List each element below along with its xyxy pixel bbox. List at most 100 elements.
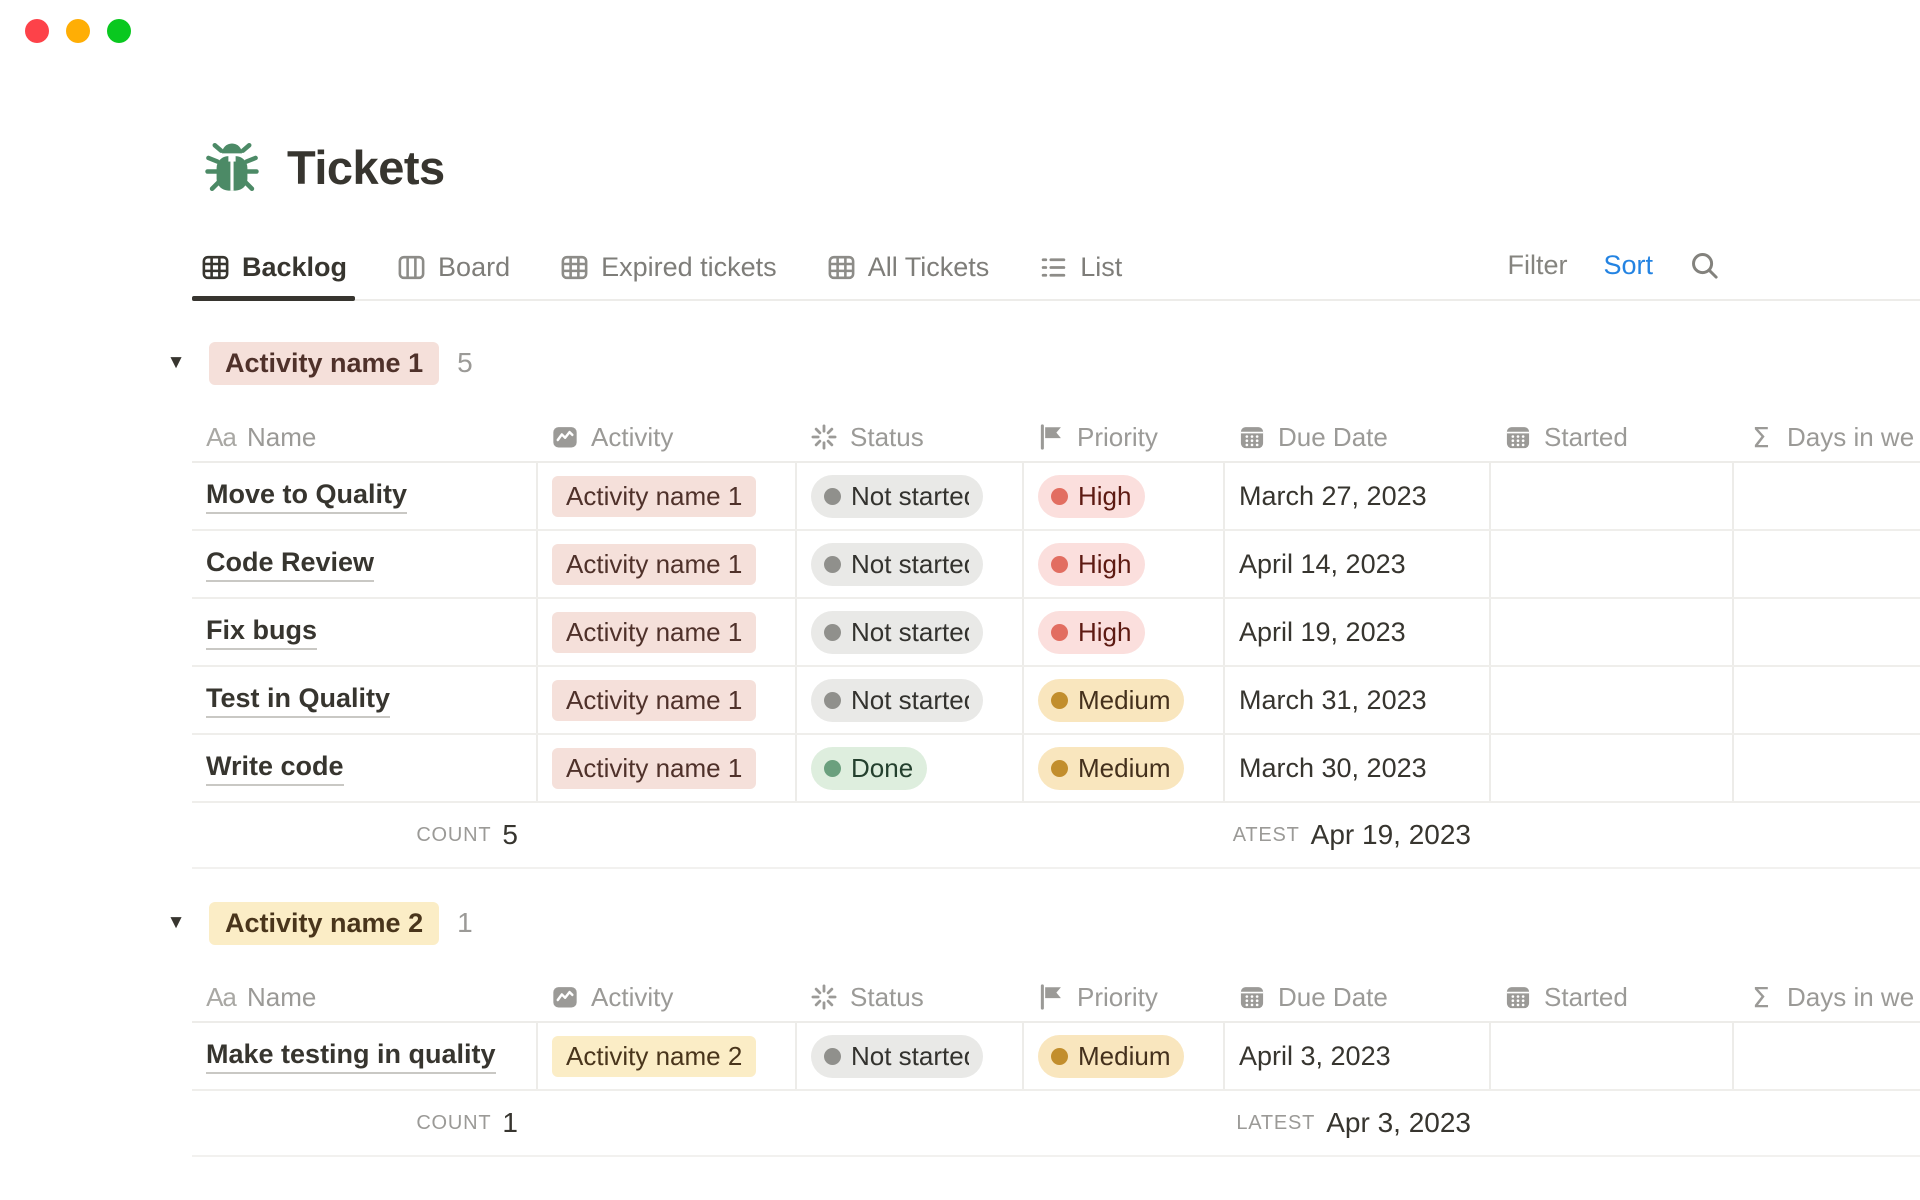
flag-icon [1036,423,1066,451]
column-header[interactable]: Due Date [1223,973,1489,1021]
due-date-cell[interactable]: April 14, 2023 [1239,549,1406,580]
column-header[interactable]: Started [1489,973,1732,1021]
started-cell[interactable] [1489,463,1732,529]
status-badge[interactable]: Not started [811,611,983,654]
column-header[interactable]: Σ Days in we [1732,413,1920,461]
activity-chip[interactable]: Activity name 2 [552,1036,756,1077]
ticket-name-link[interactable]: Write code [206,751,344,786]
status-badge[interactable]: Not started [811,1035,983,1078]
ticket-name-link[interactable]: Move to Quality [206,479,407,514]
activity-chip[interactable]: Activity name 1 [552,680,756,721]
due-date-cell[interactable]: March 30, 2023 [1239,753,1427,784]
latest-date-calculation[interactable]: LATEST Apr 3, 2023 [1223,1091,1489,1155]
due-date-cell[interactable]: March 31, 2023 [1239,685,1427,716]
priority-badge[interactable]: Medium [1038,747,1184,790]
priority-badge[interactable]: High [1038,543,1145,586]
tickets-table: Aa Name Activity Status Priority [192,413,1920,869]
close-button[interactable] [25,19,49,43]
group-badge[interactable]: Activity name 2 [209,902,439,945]
column-header[interactable]: Status [795,973,1022,1021]
started-cell[interactable] [1489,667,1732,733]
table-header-row: Aa Name Activity Status Priority [192,973,1920,1023]
days-in-week-cell[interactable] [1732,531,1920,597]
ticket-name-link[interactable]: Fix bugs [206,615,317,650]
table-row: Move to Quality Activity name 1 Not star… [192,463,1920,531]
column-header[interactable]: Started [1489,413,1732,461]
started-cell[interactable] [1489,735,1732,801]
status-badge[interactable]: Not started [811,475,983,518]
tab-all-tickets[interactable]: All Tickets [818,246,998,299]
sigma-icon: Σ [1746,421,1776,454]
ticket-name-link[interactable]: Code Review [206,547,374,582]
column-header[interactable]: Priority [1022,973,1223,1021]
tab-board[interactable]: Board [388,246,518,299]
activity-chip[interactable]: Activity name 1 [552,748,756,789]
table-row: Fix bugs Activity name 1 Not started Hig… [192,599,1920,667]
table-icon [200,252,231,283]
priority-badge[interactable]: High [1038,611,1145,654]
app-window: Tickets Backlog Board [0,0,1920,1200]
priority-dot [1051,760,1068,777]
priority-badge[interactable]: Medium [1038,679,1184,722]
status-badge[interactable]: Not started [811,543,983,586]
priority-dot [1051,692,1068,709]
days-in-week-cell[interactable] [1732,735,1920,801]
table-row: Write code Activity name 1 Done Medium M… [192,735,1920,803]
column-header[interactable]: Status [795,413,1022,461]
minimize-button[interactable] [66,19,90,43]
search-icon[interactable] [1689,250,1720,281]
maximize-button[interactable] [107,19,131,43]
collapse-toggle-icon[interactable]: ▼ [159,352,193,374]
ticket-name-link[interactable]: Make testing in quality [206,1039,496,1074]
days-in-week-cell[interactable] [1732,599,1920,665]
days-in-week-cell[interactable] [1732,667,1920,733]
due-date-cell[interactable]: March 27, 2023 [1239,481,1427,512]
sort-button[interactable]: Sort [1603,250,1653,281]
tab-list[interactable]: List [1030,246,1130,299]
tab-backlog[interactable]: Backlog [192,246,355,299]
view-toolbar: Filter Sort [1507,250,1720,299]
ticket-name-link[interactable]: Test in Quality [206,683,390,718]
count-calculation[interactable]: COUNT 5 [192,803,536,867]
tab-expired-tickets[interactable]: Expired tickets [551,246,785,299]
status-badge[interactable]: Done [811,747,927,790]
filter-button[interactable]: Filter [1507,250,1567,281]
column-header[interactable]: Activity [536,973,795,1021]
days-in-week-cell[interactable] [1732,463,1920,529]
activity-chip[interactable]: Activity name 1 [552,476,756,517]
due-date-cell[interactable]: April 3, 2023 [1239,1041,1391,1072]
column-header[interactable]: Σ Days in we [1732,973,1920,1021]
group-badge[interactable]: Activity name 1 [209,342,439,385]
column-header[interactable]: Aa Name [192,413,536,461]
collapse-toggle-icon[interactable]: ▼ [159,912,193,934]
tab-label: Backlog [242,252,347,283]
activity-chip[interactable]: Activity name 1 [552,612,756,653]
column-header[interactable]: Due Date [1223,413,1489,461]
column-header[interactable]: Activity [536,413,795,461]
grouped-tables: ▼ Activity name 1 5 Aa Name Activity Sta… [192,335,1920,1157]
status-dot [824,624,841,641]
started-cell[interactable] [1489,531,1732,597]
sigma-icon: Σ [1746,981,1776,1014]
status-badge[interactable]: Not started [811,679,983,722]
started-cell[interactable] [1489,1023,1732,1089]
relation-icon [550,983,580,1011]
table-footer-row: COUNT 1 LATEST Apr 3, 2023 [192,1091,1920,1157]
priority-badge[interactable]: High [1038,475,1145,518]
group-count: 1 [457,907,473,939]
due-date-cell[interactable]: April 19, 2023 [1239,617,1406,648]
latest-date-calculation[interactable]: ATEST Apr 19, 2023 [1223,803,1489,867]
activity-chip[interactable]: Activity name 1 [552,544,756,585]
aa-icon: Aa [206,982,236,1013]
count-calculation[interactable]: COUNT 1 [192,1091,536,1155]
started-cell[interactable] [1489,599,1732,665]
priority-dot [1051,624,1068,641]
priority-badge[interactable]: Medium [1038,1035,1184,1078]
table-row: Test in Quality Activity name 1 Not star… [192,667,1920,735]
column-header[interactable]: Priority [1022,413,1223,461]
column-header[interactable]: Aa Name [192,973,536,1021]
calendar-icon [1237,983,1267,1011]
group-header: ▼ Activity name 1 5 [159,335,1920,391]
days-in-week-cell[interactable] [1732,1023,1920,1089]
priority-dot [1051,556,1068,573]
